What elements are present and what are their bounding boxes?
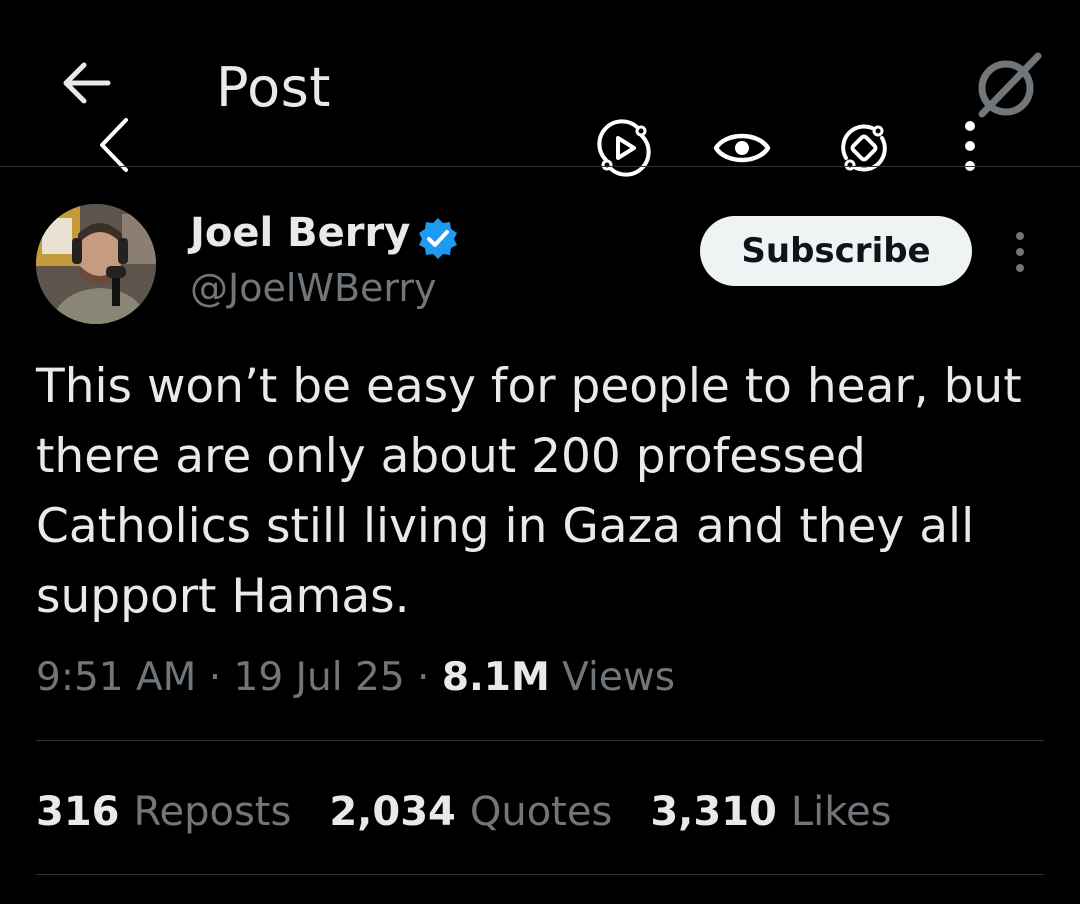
quotes-stat[interactable]: 2,034 Quotes	[329, 786, 612, 838]
post-text: This won’t be easy for people to hear, b…	[36, 359, 1022, 624]
reposts-count: 316	[36, 789, 120, 835]
author-name[interactable]: Joel Berry	[190, 206, 410, 260]
reposts-label: Reposts	[133, 789, 292, 835]
divider	[36, 874, 1044, 875]
rotate-icon[interactable]	[834, 118, 894, 178]
post-date: 19 Jul 25	[233, 655, 405, 700]
page-title: Post	[216, 56, 331, 119]
arrow-left-icon[interactable]	[58, 58, 114, 108]
meta-separator: ·	[417, 655, 430, 700]
eye-icon[interactable]	[712, 118, 772, 178]
post-meta: 9:51 AM · 19 Jul 25 · 8.1M Views	[36, 652, 675, 704]
play-rotate-icon[interactable]	[594, 118, 654, 178]
subscribe-button[interactable]: Subscribe	[700, 216, 972, 286]
meta-separator: ·	[208, 655, 222, 700]
views-label[interactable]: Views	[562, 655, 675, 700]
avatar[interactable]	[36, 204, 156, 324]
views-count[interactable]: 8.1M	[442, 655, 550, 700]
quotes-count: 2,034	[329, 789, 456, 835]
likes-label: Likes	[790, 789, 892, 835]
engagement-stats: 316 Reposts 2,034 Quotes 3,310 Likes	[36, 786, 891, 838]
author-handle[interactable]: @JoelWBerry	[190, 262, 436, 314]
post-more-icon[interactable]	[1008, 230, 1032, 274]
grok-icon[interactable]	[972, 48, 1046, 122]
reposts-stat[interactable]: 316 Reposts	[36, 786, 291, 838]
post-time: 9:51 AM	[36, 655, 197, 700]
quotes-label: Quotes	[469, 789, 613, 835]
likes-count: 3,310	[650, 789, 777, 835]
likes-stat[interactable]: 3,310 Likes	[650, 786, 891, 838]
divider	[36, 740, 1044, 741]
verified-badge-icon[interactable]	[416, 216, 460, 260]
header-divider	[0, 166, 1080, 167]
